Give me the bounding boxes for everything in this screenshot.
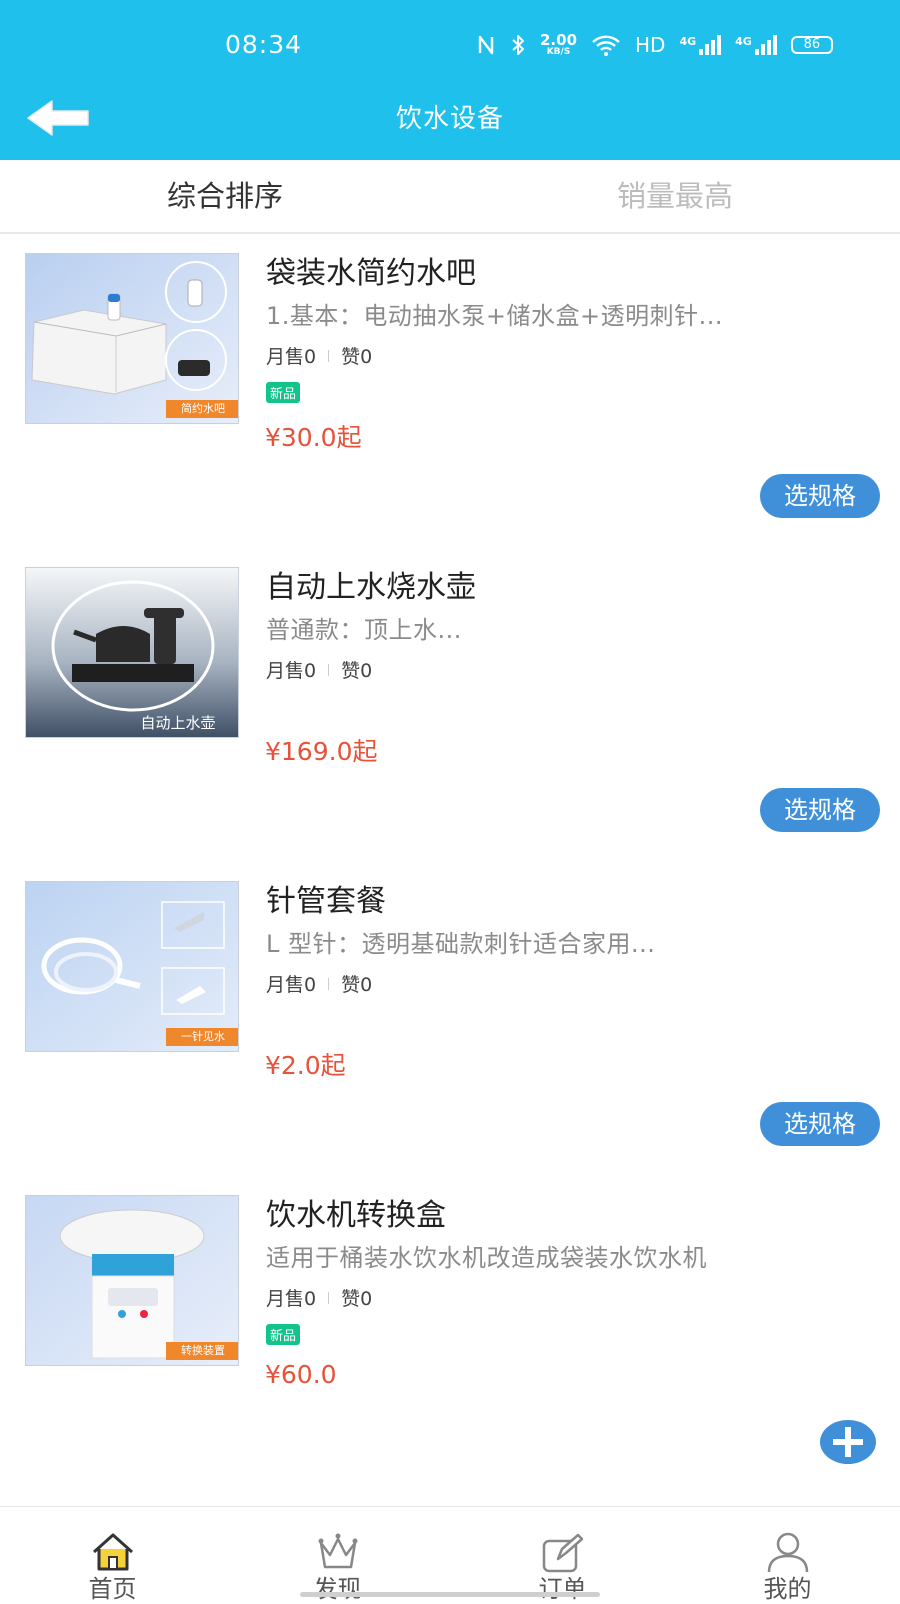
- likes-count: 赞0: [341, 1288, 373, 1310]
- product-stats: 月售0 赞0: [266, 656, 372, 683]
- network-speed: 2.00 KB/S: [540, 33, 577, 57]
- add-to-cart-button[interactable]: [819, 1418, 877, 1466]
- tab-top-sales[interactable]: 销量最高: [450, 160, 900, 232]
- select-spec-button[interactable]: 选规格: [760, 1102, 880, 1146]
- nav-label: 首页: [88, 1575, 137, 1603]
- product-image[interactable]: 一针见水: [25, 881, 239, 1052]
- product-price: ¥169.0起: [265, 737, 378, 766]
- tab-comprehensive-sort[interactable]: 综合排序: [0, 160, 450, 232]
- product-image[interactable]: 转换装置: [25, 1195, 239, 1366]
- bluetooth-icon: [510, 34, 526, 56]
- nav-home[interactable]: 首页: [0, 1507, 225, 1603]
- wifi-icon: [591, 33, 621, 57]
- monthly-sales: 月售0: [266, 974, 317, 996]
- new-badge: 新品: [266, 382, 301, 403]
- user-icon: [767, 1532, 809, 1573]
- battery-indicator: 86: [790, 36, 833, 54]
- nfc-icon: [476, 34, 496, 56]
- product-description: 适用于桶装水饮水机改造成袋装水饮水机: [266, 1244, 707, 1272]
- product-item[interactable]: 自动上水壶 自动上水烧水壶 普通款：顶上水... 月售0 赞0 ¥169.0起 …: [0, 550, 900, 864]
- divider: [328, 663, 330, 676]
- product-name[interactable]: 针管套餐: [266, 876, 386, 920]
- product-price: ¥60.0: [265, 1360, 337, 1389]
- network-speed-value: 2.00: [540, 31, 578, 49]
- monthly-sales: 月售0: [266, 346, 317, 368]
- select-spec-button[interactable]: 选规格: [760, 788, 880, 832]
- image-tag: 自动上水壶: [140, 714, 216, 732]
- product-description: 普通款：顶上水...: [266, 616, 462, 644]
- nav-profile[interactable]: 我的: [675, 1507, 900, 1603]
- hd-indicator: HD: [635, 33, 666, 57]
- select-spec-button[interactable]: 选规格: [760, 474, 880, 518]
- monthly-sales: 月售0: [266, 1288, 317, 1310]
- nav-label: 我的: [763, 1575, 812, 1603]
- product-list: 简约水吧 袋装水简约水吧 1.基本：电动抽水泵+储水盒+透明刺针... 月售0 …: [0, 236, 900, 1492]
- edit-note-icon: [542, 1533, 584, 1573]
- nav-discover[interactable]: 发现: [225, 1507, 450, 1603]
- product-item[interactable]: 一针见水 针管套餐 L 型针：透明基础款刺针适合家用... 月售0 赞0 ¥2.…: [0, 864, 900, 1178]
- crown-icon: [318, 1533, 358, 1569]
- product-image[interactable]: 自动上水壶: [25, 567, 239, 738]
- product-name[interactable]: 饮水机转换盒: [266, 1190, 446, 1234]
- image-tag: 简约水吧: [181, 402, 225, 415]
- new-badge: 新品: [266, 1324, 301, 1345]
- product-stats: 月售0 赞0: [266, 970, 372, 997]
- signal-2-label: 4G: [735, 35, 752, 48]
- divider: [328, 977, 330, 990]
- divider: [328, 349, 330, 362]
- home-icon: [92, 1533, 134, 1571]
- image-tag: 一针见水: [181, 1030, 225, 1043]
- likes-count: 赞0: [341, 660, 373, 682]
- nav-orders[interactable]: 订单: [450, 1507, 675, 1603]
- image-tag: 转换装置: [181, 1344, 225, 1357]
- product-item[interactable]: 简约水吧 袋装水简约水吧 1.基本：电动抽水泵+储水盒+透明刺针... 月售0 …: [0, 236, 900, 550]
- product-description: L 型针：透明基础款刺针适合家用...: [266, 930, 656, 958]
- product-stats: 月售0 赞0: [266, 1284, 372, 1311]
- signal-bars-icon: [754, 35, 777, 55]
- divider: [328, 1291, 330, 1304]
- status-time: 08:34: [225, 30, 303, 59]
- page-title: 饮水设备: [395, 104, 504, 134]
- product-item[interactable]: 转换装置 饮水机转换盒 适用于桶装水饮水机改造成袋装水饮水机 月售0 赞0 新品…: [0, 1178, 900, 1492]
- network-speed-unit: KB/S: [546, 47, 571, 57]
- nav-label: 发现: [313, 1575, 362, 1603]
- product-name[interactable]: 袋装水简约水吧: [266, 248, 476, 292]
- signal-bars-icon: [699, 35, 722, 55]
- product-name[interactable]: 自动上水烧水壶: [266, 562, 476, 606]
- nav-label: 订单: [538, 1575, 587, 1603]
- sort-tabs: 综合排序 销量最高: [0, 160, 900, 234]
- likes-count: 赞0: [341, 346, 373, 368]
- product-price: ¥2.0起: [265, 1051, 346, 1080]
- product-price: ¥30.0起: [265, 423, 362, 452]
- signal-1: 4G: [679, 35, 722, 55]
- product-description: 1.基本：电动抽水泵+储水盒+透明刺针...: [266, 302, 724, 330]
- product-stats: 月售0 赞0: [266, 342, 372, 369]
- likes-count: 赞0: [341, 974, 373, 996]
- top-header: 08:34 2.00 KB/S HD 4G 4G 86 饮水设备: [0, 0, 900, 160]
- plus-circle-icon: [820, 1420, 876, 1464]
- home-indicator[interactable]: [300, 1592, 600, 1597]
- product-image[interactable]: 简约水吧: [25, 253, 239, 424]
- bottom-nav: 首页 发现 订单 我的: [0, 1506, 900, 1603]
- status-icons: 2.00 KB/S HD 4G 4G 86: [476, 30, 833, 60]
- signal-2: 4G: [735, 35, 777, 55]
- monthly-sales: 月售0: [266, 660, 317, 682]
- signal-1-label: 4G: [679, 35, 697, 48]
